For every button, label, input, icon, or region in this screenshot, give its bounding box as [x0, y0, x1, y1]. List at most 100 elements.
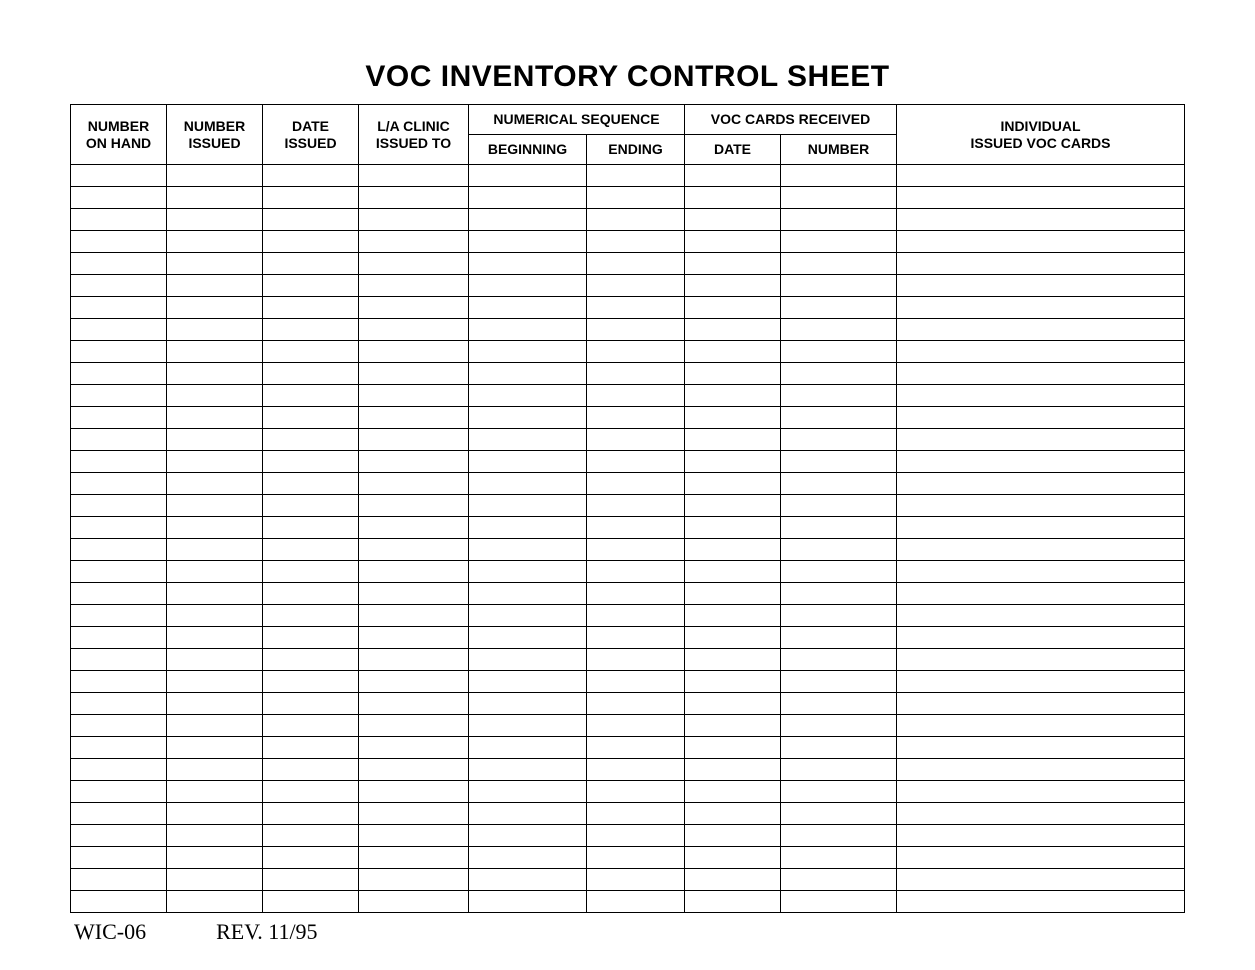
table-cell — [781, 627, 897, 649]
table-cell — [167, 869, 263, 891]
table-cell — [167, 693, 263, 715]
table-cell — [781, 693, 897, 715]
table-cell — [167, 605, 263, 627]
table-cell — [781, 451, 897, 473]
table-cell — [167, 671, 263, 693]
table-cell — [781, 671, 897, 693]
table-cell — [263, 561, 359, 583]
table-cell — [469, 869, 587, 891]
table-cell — [263, 693, 359, 715]
table-cell — [71, 825, 167, 847]
table-row — [71, 165, 1185, 187]
table-cell — [685, 517, 781, 539]
table-row — [71, 253, 1185, 275]
table-cell — [359, 847, 469, 869]
header-number-on-hand: NUMBERON HAND — [71, 105, 167, 165]
table-cell — [685, 231, 781, 253]
table-row — [71, 627, 1185, 649]
table-cell — [685, 649, 781, 671]
table-cell — [781, 781, 897, 803]
table-cell — [587, 209, 685, 231]
table-cell — [359, 275, 469, 297]
table-cell — [71, 451, 167, 473]
table-cell — [167, 649, 263, 671]
table-cell — [167, 583, 263, 605]
table-cell — [469, 319, 587, 341]
table-cell — [469, 429, 587, 451]
table-cell — [685, 275, 781, 297]
table-cell — [587, 385, 685, 407]
table-cell — [587, 165, 685, 187]
table-cell — [685, 737, 781, 759]
table-cell — [897, 319, 1185, 341]
table-cell — [263, 275, 359, 297]
table-cell — [469, 407, 587, 429]
table-row — [71, 297, 1185, 319]
table-cell — [685, 429, 781, 451]
table-cell — [897, 693, 1185, 715]
table-cell — [359, 451, 469, 473]
table-cell — [263, 319, 359, 341]
table-cell — [263, 781, 359, 803]
table-cell — [167, 803, 263, 825]
table-cell — [897, 165, 1185, 187]
table-cell — [359, 759, 469, 781]
table-cell — [587, 319, 685, 341]
table-row — [71, 473, 1185, 495]
table-cell — [263, 253, 359, 275]
table-row — [71, 319, 1185, 341]
table-cell — [685, 561, 781, 583]
table-row — [71, 385, 1185, 407]
table-cell — [71, 715, 167, 737]
table-cell — [781, 231, 897, 253]
table-row — [71, 715, 1185, 737]
table-cell — [359, 495, 469, 517]
table-cell — [71, 583, 167, 605]
table-cell — [167, 275, 263, 297]
table-cell — [359, 561, 469, 583]
table-cell — [897, 737, 1185, 759]
table-cell — [781, 561, 897, 583]
table-cell — [71, 539, 167, 561]
table-cell — [71, 649, 167, 671]
table-row — [71, 539, 1185, 561]
table-cell — [897, 407, 1185, 429]
table-cell — [469, 451, 587, 473]
table-cell — [359, 803, 469, 825]
table-cell — [897, 649, 1185, 671]
form-id: WIC-06 — [74, 919, 146, 945]
table-cell — [685, 715, 781, 737]
table-cell — [167, 495, 263, 517]
table-cell — [71, 253, 167, 275]
table-cell — [263, 847, 359, 869]
table-cell — [587, 649, 685, 671]
table-cell — [263, 231, 359, 253]
table-cell — [781, 187, 897, 209]
table-cell — [587, 187, 685, 209]
table-cell — [685, 693, 781, 715]
table-cell — [469, 847, 587, 869]
table-cell — [781, 429, 897, 451]
table-cell — [167, 451, 263, 473]
table-cell — [359, 517, 469, 539]
table-cell — [897, 517, 1185, 539]
table-row — [71, 209, 1185, 231]
table-cell — [469, 495, 587, 517]
table-cell — [71, 165, 167, 187]
table-cell — [71, 605, 167, 627]
table-cell — [263, 297, 359, 319]
header-received-date: DATE — [685, 135, 781, 165]
table-cell — [685, 891, 781, 913]
table-cell — [263, 165, 359, 187]
table-cell — [897, 341, 1185, 363]
table-cell — [71, 297, 167, 319]
table-row — [71, 561, 1185, 583]
table-cell — [469, 825, 587, 847]
table-cell — [263, 649, 359, 671]
table-cell — [359, 297, 469, 319]
table-cell — [263, 605, 359, 627]
table-cell — [167, 517, 263, 539]
table-cell — [469, 275, 587, 297]
header-beginning: BEGINNING — [469, 135, 587, 165]
table-cell — [897, 759, 1185, 781]
